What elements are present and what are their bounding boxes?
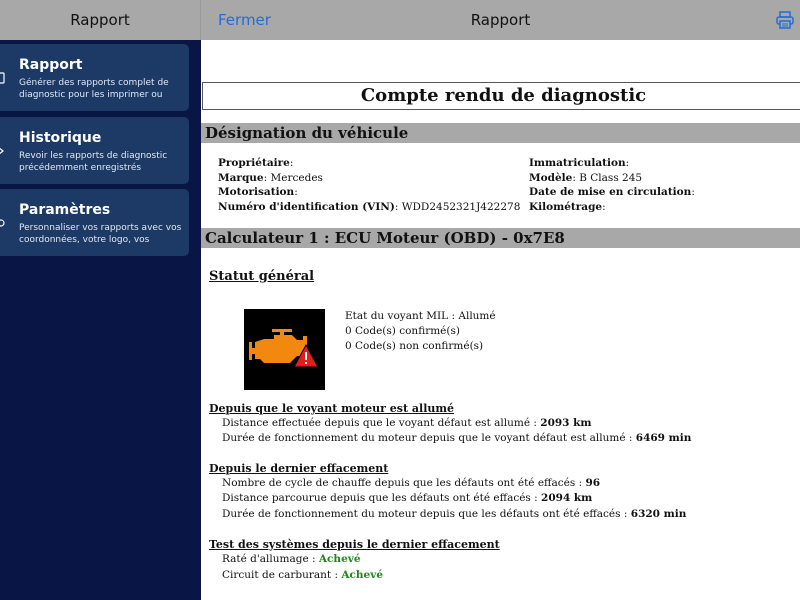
sidebar-item-rapport[interactable]: Rapport Générer des rapports complet de … <box>0 44 189 111</box>
ecu-section-header: Calculateur 1 : ECU Moteur (OBD) - 0x7E8 <box>201 228 800 248</box>
since-mil-line: Distance effectuée depuis que le voyant … <box>222 417 592 429</box>
document-icon <box>0 72 5 84</box>
since-clear-line: Durée de fonctionnement du moteur depuis… <box>222 508 687 520</box>
vehicle-section-header: Désignation du véhicule <box>201 123 800 143</box>
history-icon <box>0 147 4 155</box>
sidebar: Rapport Rapport Générer des rapports com… <box>0 0 201 600</box>
mil-status: Etat du voyant MIL : Allumé <box>345 310 496 322</box>
vehicle-info-right: Immatriculation: Modèle: B Class 245 Dat… <box>529 156 695 214</box>
printer-icon[interactable] <box>775 10 795 30</box>
report-title: Compte rendu de diagnostic <box>202 82 800 110</box>
brand-row: Marque: Mercedes <box>218 171 323 184</box>
vehicle-info-left: Propriétaire: Marque: Mercedes Motorisat… <box>218 156 520 214</box>
sidebar-header: Rapport <box>0 0 201 40</box>
report-view[interactable]: Compte rendu de diagnostic Désignation d… <box>201 40 800 600</box>
page-title: Rapport <box>470 11 531 29</box>
sidebar-item-parametres[interactable]: Paramètres Personnaliser vos rapports av… <box>0 189 189 256</box>
close-button[interactable]: Fermer <box>218 11 271 29</box>
since-clear-title: Depuis le dernier effacement <box>209 462 389 475</box>
vin-row: Numéro d'identification (VIN): WDD245232… <box>218 200 521 213</box>
owner-row: Propriétaire: <box>218 157 294 169</box>
sidebar-item-title: Historique <box>19 130 102 146</box>
sidebar-item-desc: Revoir les rapports de diagnostic précéd… <box>19 151 168 173</box>
main-header: Fermer Rapport <box>201 0 800 40</box>
since-mil-line: Durée de fonctionnement du moteur depuis… <box>222 432 692 444</box>
confirmed-codes: 0 Code(s) confirmé(s) <box>345 325 460 337</box>
system-test-line: Raté d'allumage : Achevé <box>222 553 361 565</box>
engine-warning-icon <box>244 309 325 390</box>
engine-row: Motorisation: <box>218 186 298 198</box>
model-row: Modèle: B Class 245 <box>529 171 643 184</box>
sidebar-item-title: Rapport <box>19 57 83 73</box>
since-mil-title: Depuis que le voyant moteur est allumé <box>209 402 455 415</box>
status-title: Statut général <box>209 269 315 284</box>
registration-row: Immatriculation: <box>529 157 630 169</box>
system-tests-title: Test des systèmes depuis le dernier effa… <box>209 538 500 551</box>
unconfirmed-codes: 0 Code(s) non confirmé(s) <box>345 340 484 352</box>
since-clear-line: Distance parcourue depuis que les défaut… <box>222 492 593 504</box>
gear-icon <box>0 219 5 227</box>
first-registration-row: Date de mise en circulation: <box>529 186 695 198</box>
sidebar-item-historique[interactable]: Historique Revoir les rapports de diagno… <box>0 117 189 184</box>
sidebar-item-title: Paramètres <box>19 202 111 218</box>
since-clear-line: Nombre de cycle de chauffe depuis que le… <box>222 477 601 489</box>
sidebar-item-desc: Générer des rapports complet de diagnost… <box>19 78 169 100</box>
mileage-row: Kilométrage: <box>529 200 606 213</box>
sidebar-title: Rapport <box>70 11 130 29</box>
sidebar-item-desc: Personnaliser vos rapports avec vos coor… <box>19 223 182 245</box>
system-test-line: Circuit de carburant : Achevé <box>222 569 384 581</box>
